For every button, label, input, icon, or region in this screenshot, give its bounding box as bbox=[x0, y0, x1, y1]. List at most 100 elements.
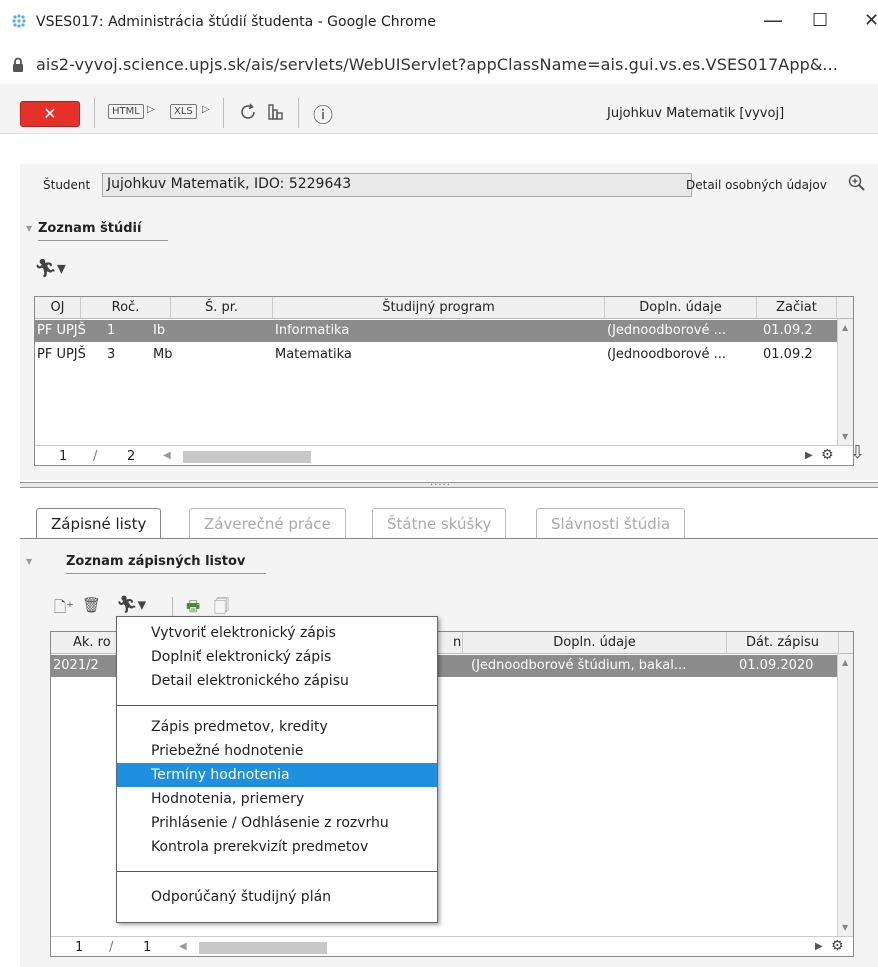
download-arrow-icon[interactable]: ⇩ bbox=[850, 442, 865, 463]
horizontal-scroll-thumb[interactable] bbox=[199, 942, 327, 954]
col-program[interactable]: Študijný program bbox=[273, 297, 605, 319]
cell-dopln: (Jednoodborové ... bbox=[607, 323, 726, 338]
address-bar[interactable]: ais2-vyvoj.science.upjs.sk/ais/servlets/… bbox=[0, 46, 878, 84]
menu-item-hodnotenia-priemery[interactable]: Hodnotenia, priemery bbox=[117, 787, 437, 811]
student-field: Jujohkuv Matematik, IDO: 5229643 bbox=[102, 173, 692, 197]
cell-zac: 01.09.2 bbox=[763, 323, 813, 338]
app-toolbar: ✕ HTML ▷ XLS ▷ ⓘ Jujohkuv Matematik [vyv… bbox=[0, 84, 878, 134]
tab-zaverecne-prace[interactable]: Záverečné práce bbox=[189, 508, 346, 538]
horizontal-scroll-thumb[interactable] bbox=[183, 451, 311, 463]
student-row: Študent Jujohkuv Matematik, IDO: 5229643… bbox=[20, 164, 878, 216]
user-label: Jujohkuv Matematik [vyvoj] bbox=[607, 106, 785, 121]
gear-icon[interactable]: ⚙ bbox=[831, 938, 844, 954]
splitter-grip-icon[interactable]: ..... bbox=[430, 477, 451, 488]
menu-item-terminy-hodnotenia[interactable]: Termíny hodnotenia bbox=[117, 763, 437, 787]
scroll-right-icon[interactable]: ▶ bbox=[805, 450, 813, 461]
menu-item-priebezne-hodnotenie[interactable]: Priebežné hodnotenie bbox=[117, 739, 437, 763]
scroll-right-icon[interactable]: ▶ bbox=[815, 941, 823, 952]
vertical-scrollbar[interactable]: ▲ ▼ bbox=[837, 319, 853, 445]
hierarchy-icon[interactable] bbox=[266, 102, 286, 122]
cell-dopln: (Jednoodborové štúdium, bakal... bbox=[471, 658, 687, 673]
panel-splitter[interactable]: ..... bbox=[20, 477, 878, 488]
col-ak-rok-label: Ak. ro bbox=[73, 635, 111, 650]
toolbar-separator bbox=[223, 98, 224, 128]
scroll-up-icon[interactable]: ▲ bbox=[842, 658, 848, 667]
vertical-scrollbar[interactable]: ▲ ▼ bbox=[837, 654, 853, 936]
col-dopln[interactable]: Dopln. údaje bbox=[605, 297, 757, 319]
tab-slavnosti-studia[interactable]: Slávnosti štúdia bbox=[536, 508, 686, 538]
minimize-button[interactable]: — bbox=[763, 8, 783, 32]
col-spr[interactable]: Š. pr. bbox=[171, 297, 273, 319]
cell-zac: 01.09.2 bbox=[763, 347, 813, 362]
app-logo-icon bbox=[12, 14, 26, 28]
cell-spr: Mb bbox=[153, 347, 173, 362]
col-dopln[interactable]: Dopln. údaje bbox=[463, 632, 727, 654]
refresh-icon[interactable] bbox=[238, 102, 258, 122]
html-arrow-icon: ▷ bbox=[147, 104, 155, 115]
menu-item-zapis-predmetov[interactable]: Zápis predmetov, kredity bbox=[117, 715, 437, 739]
page-current: 1 bbox=[59, 449, 68, 464]
cell-program: Matematika bbox=[275, 347, 352, 362]
gear-icon[interactable]: ⚙ bbox=[821, 447, 834, 463]
studies-header: Zoznam štúdií bbox=[38, 221, 142, 236]
delete-icon[interactable]: 🗑︎ bbox=[82, 596, 101, 614]
run-action-icon[interactable]: 🏃︎▾ bbox=[34, 258, 66, 279]
col-dat-zapisu[interactable]: Dát. zápisu bbox=[727, 632, 839, 654]
col-oj[interactable]: OJ bbox=[35, 297, 81, 319]
table-row[interactable]: PF UPJŠ 3 Mb Matematika (Jednoodborové .… bbox=[35, 344, 853, 366]
xls-arrow-icon: ▷ bbox=[202, 104, 210, 115]
cell-dopln: (Jednoodborové ... bbox=[607, 347, 726, 362]
window-title: VSES017: Administrácia štúdií študenta -… bbox=[36, 14, 436, 30]
page-slash: / bbox=[109, 940, 114, 955]
cell-roc: 1 bbox=[107, 323, 116, 338]
toolbar-separator bbox=[172, 597, 173, 617]
scroll-up-icon[interactable]: ▲ bbox=[842, 323, 848, 332]
scroll-left-icon[interactable]: ◀ bbox=[163, 450, 171, 461]
enrolments-table-footer: 1 / 1 ◀ ▶ ⚙ bbox=[51, 936, 853, 956]
html-export-button[interactable]: HTML bbox=[108, 104, 144, 119]
menu-item-vytvorit-zapis[interactable]: Vytvoriť elektronický zápis bbox=[117, 621, 437, 645]
studies-section: ▼ Zoznam štúdií 🏃︎▾ OJ Roč. Š. pr. Študi… bbox=[20, 216, 878, 480]
run-action-icon[interactable]: 🏃︎▾ bbox=[116, 595, 146, 615]
info-icon[interactable]: ⓘ bbox=[313, 99, 333, 128]
menu-item-prihlasenie-rozvrh[interactable]: Prihlásenie / Odhlásenie z rozvrhu bbox=[117, 811, 437, 835]
col-partial-label: n bbox=[453, 635, 462, 650]
window-close-button[interactable]: ✕ bbox=[864, 10, 878, 31]
studies-table-header: OJ Roč. Š. pr. Študijný program Dopln. ú… bbox=[35, 297, 853, 319]
menu-item-kontrola-prerekvizit[interactable]: Kontrola prerekvizít predmetov bbox=[117, 835, 437, 859]
cell-oj: PF UPJŠ bbox=[37, 323, 86, 338]
studies-table: OJ Roč. Š. pr. Študijný program Dopln. ú… bbox=[34, 296, 854, 466]
scroll-down-icon[interactable]: ▼ bbox=[842, 432, 848, 441]
table-row[interactable]: PF UPJŠ 1 Ib Informatika (Jednoodborové … bbox=[35, 320, 853, 342]
collapse-arrow-icon[interactable]: ▼ bbox=[26, 224, 32, 233]
menu-separator bbox=[117, 705, 437, 706]
student-label: Študent bbox=[43, 178, 91, 192]
window-titlebar: VSES017: Administrácia štúdií študenta -… bbox=[0, 0, 878, 46]
header-underline bbox=[66, 573, 266, 574]
new-document-icon[interactable]: 🗋⁺ bbox=[54, 597, 74, 622]
scroll-down-icon[interactable]: ▼ bbox=[842, 923, 848, 932]
cell-program: Informatika bbox=[275, 323, 350, 338]
menu-item-detail-zapisu[interactable]: Detail elektronického zápisu bbox=[117, 669, 437, 693]
tab-statne-skusky[interactable]: Štátne skúšky bbox=[372, 508, 507, 538]
col-roc[interactable]: Roč. bbox=[81, 297, 171, 319]
url-text[interactable]: ais2-vyvoj.science.upjs.sk/ais/servlets/… bbox=[36, 55, 838, 74]
col-zac[interactable]: Začiat bbox=[757, 297, 837, 319]
collapse-arrow-icon[interactable]: ▼ bbox=[26, 557, 32, 566]
maximize-button[interactable]: ☐ bbox=[812, 10, 828, 31]
cell-ak-rok: 2021/2 bbox=[53, 658, 99, 673]
enrolments-header: Zoznam zápisných listov bbox=[66, 554, 246, 569]
menu-item-odporucany-plan[interactable]: Odporúčaný študijný plán bbox=[117, 885, 437, 909]
xls-export-button[interactable]: XLS bbox=[170, 104, 197, 119]
zoom-in-icon[interactable] bbox=[848, 174, 866, 192]
page-total: 2 bbox=[127, 449, 136, 464]
header-underline bbox=[38, 240, 168, 241]
tab-zapisne-listy[interactable]: Zápisné listy bbox=[36, 508, 162, 539]
toolbar-separator bbox=[94, 98, 95, 128]
page-current: 1 bbox=[75, 940, 84, 955]
page-slash: / bbox=[93, 449, 98, 464]
close-app-button[interactable]: ✕ bbox=[20, 101, 80, 127]
detail-personal-data-link[interactable]: Detail osobných údajov bbox=[686, 178, 827, 192]
menu-item-doplnit-zapis[interactable]: Doplniť elektronický zápis bbox=[117, 645, 437, 669]
scroll-left-icon[interactable]: ◀ bbox=[179, 941, 187, 952]
